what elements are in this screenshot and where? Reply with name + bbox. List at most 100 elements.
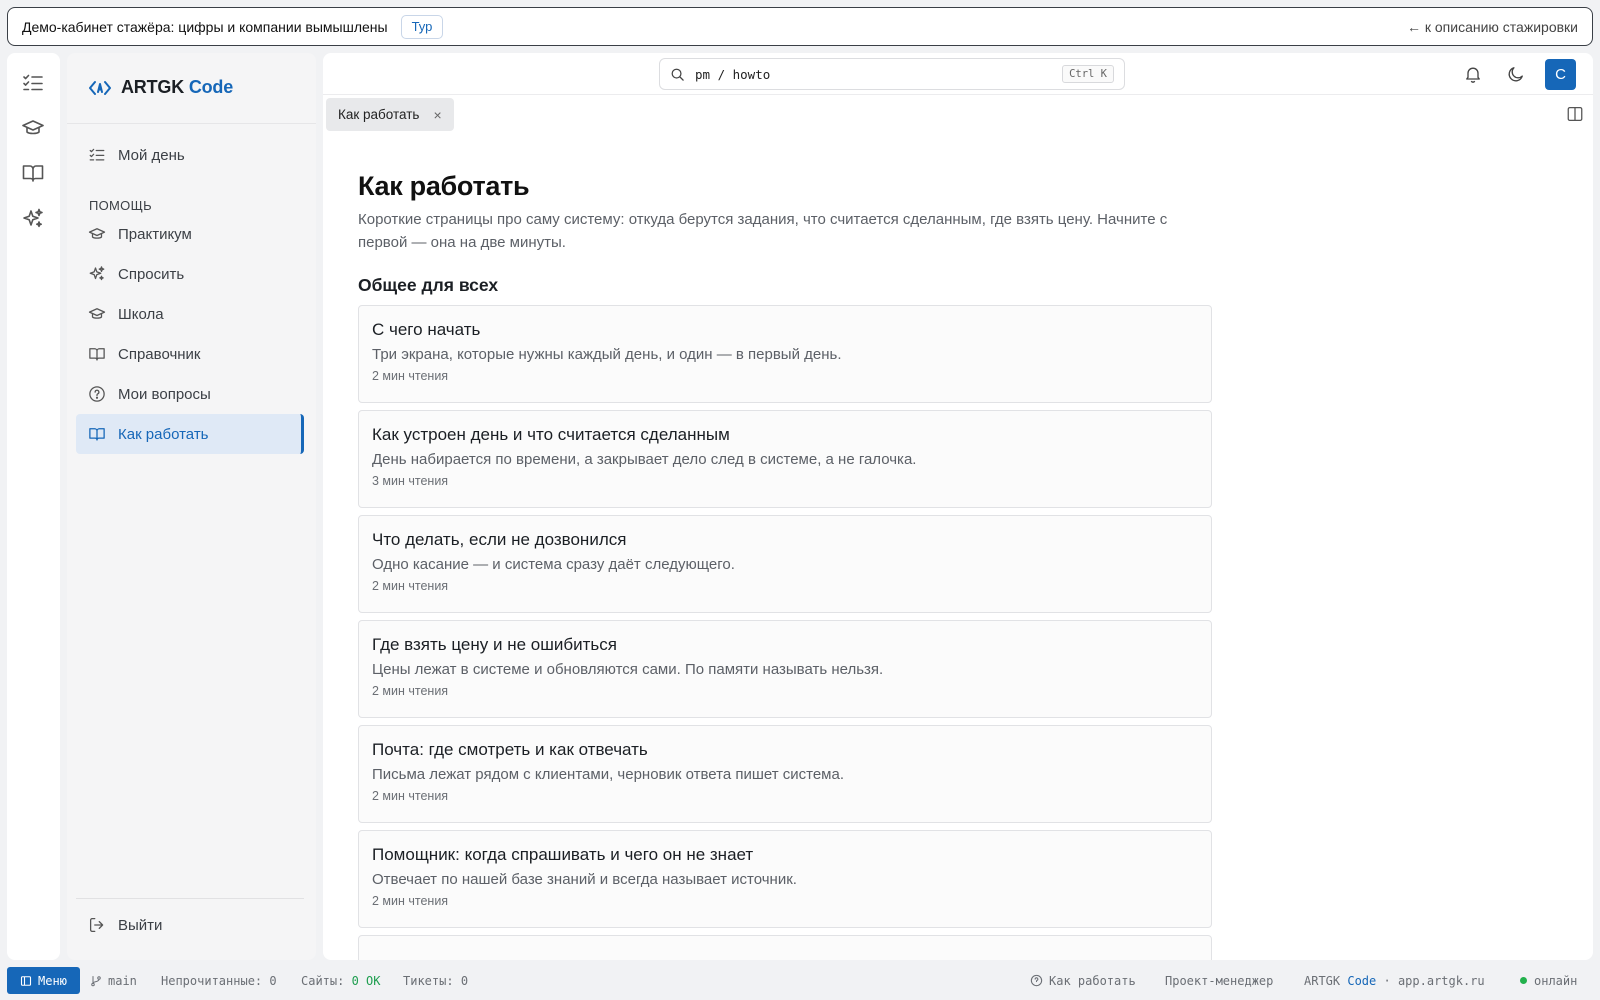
role-label: Проект-менеджер: [1165, 973, 1274, 988]
demo-banner-text: Демо-кабинет стажёра: цифры и компании в…: [22, 18, 388, 35]
sites-status: Сайты: 0 OK: [301, 967, 381, 994]
article-card[interactable]: Что делать, если не дозвонился Одно каса…: [358, 515, 1212, 613]
article-read-time: 2 мин чтения: [372, 579, 449, 593]
sidebar-item-reference[interactable]: Справочник: [76, 334, 304, 374]
article-description: Три экрана, которые нужны каждый день, и…: [372, 346, 842, 363]
checklist-icon[interactable]: [21, 71, 45, 95]
article-read-time: 3 мин чтения: [372, 474, 449, 488]
sidebar-divider: [76, 898, 304, 899]
sidebar-item-how-to-work[interactable]: Как работать: [76, 414, 304, 454]
menu-button[interactable]: Меню: [7, 967, 80, 994]
sidebar-item-label: Как работать: [118, 425, 209, 443]
unread-counter: Непрочитанные: 0: [161, 967, 277, 994]
bell-icon[interactable]: [1463, 64, 1483, 84]
logo-text: ARTGK Code: [121, 77, 233, 98]
article-title: Почта: где смотреть и как отвечать: [372, 740, 648, 759]
topbar: pm / howto Ctrl K С: [323, 53, 1593, 95]
unread-label: Непрочитанные:: [161, 973, 263, 988]
logout-label: Выйти: [118, 916, 163, 934]
sidebar-item-practicum[interactable]: Практикум: [76, 214, 304, 254]
panel-icon: [20, 975, 32, 986]
sites-label: Сайты:: [301, 973, 345, 988]
article-description: Цены лежат в системе и обновляются сами.…: [372, 661, 884, 678]
book-icon: [88, 425, 106, 443]
sidebar-item-my-questions[interactable]: Мои вопросы: [76, 374, 304, 414]
brand-main: ARTGK: [1304, 973, 1341, 988]
moon-icon[interactable]: [1506, 64, 1526, 84]
sparkles-icon: [88, 265, 106, 283]
article-description: День набирается по времени, а закрывает …: [372, 451, 917, 468]
sidebar-item-my-day[interactable]: Мой день: [76, 135, 304, 175]
tab-strip: Как работать ×: [323, 95, 1593, 135]
graduation-cap-icon: [88, 225, 106, 243]
brand-accent: Code: [1347, 973, 1377, 988]
book-icon[interactable]: [21, 161, 45, 185]
menu-label: Меню: [38, 973, 67, 988]
tickets-counter: Тикеты: 0: [403, 967, 468, 994]
tab-how-to-work[interactable]: Как работать ×: [326, 98, 454, 131]
article-title: С чего начать: [372, 320, 481, 339]
article-title: Как устроен день и что считается сделанн…: [372, 425, 730, 444]
sidebar-item-label: Спросить: [118, 265, 185, 283]
icon-rail: [7, 53, 60, 960]
code-logo-icon: [89, 80, 111, 95]
article-card[interactable]: Как устроен день и что считается сделанн…: [358, 410, 1212, 508]
article-card[interactable]: Где взять цену и не ошибиться Цены лежат…: [358, 620, 1212, 718]
logo-main: ARTGK: [121, 77, 184, 97]
question-circle-icon: [1030, 974, 1043, 987]
online-dot-icon: [1520, 977, 1527, 984]
article-card-partial[interactable]: [358, 935, 1212, 960]
tour-button[interactable]: Тур: [400, 14, 444, 39]
sparkles-icon[interactable]: [21, 207, 45, 231]
sidebar: ARTGK Code Мой день ПОМОЩЬ Практикум Спр…: [67, 53, 316, 960]
search-shortcut: Ctrl K: [1062, 65, 1114, 83]
avatar[interactable]: С: [1545, 59, 1576, 90]
article-read-time: 2 мин чтения: [372, 369, 449, 383]
brand-domain: ARTGK Code · app.artgk.ru: [1304, 967, 1485, 994]
split-panel-icon[interactable]: [1566, 105, 1584, 123]
search-input[interactable]: pm / howto Ctrl K: [659, 58, 1125, 90]
search-path: pm / howto: [695, 66, 771, 82]
article-read-time: 2 мин чтения: [372, 789, 449, 803]
page-description: Короткие страницы про саму систему: отку…: [358, 211, 1168, 251]
article-description: Отвечает по нашей базе знаний и всегда н…: [372, 871, 797, 888]
article-description: Одно касание — и система сразу даёт след…: [372, 556, 735, 573]
back-to-internship-link[interactable]: ← к описанию стажировки: [1407, 19, 1578, 35]
article-title: Помощник: когда спрашивать и чего он не …: [372, 845, 754, 864]
close-icon[interactable]: ×: [433, 107, 441, 123]
article-title: Что делать, если не дозвонился: [372, 530, 627, 549]
graduation-cap-icon[interactable]: [21, 116, 45, 140]
online-label: онлайн: [1534, 973, 1578, 988]
tickets-value: 0: [460, 973, 469, 988]
question-circle-icon: [88, 385, 106, 403]
book-icon: [88, 345, 106, 363]
sidebar-item-school[interactable]: Школа: [76, 294, 304, 334]
branch-indicator[interactable]: main: [90, 967, 137, 994]
help-link[interactable]: Как работать: [1030, 967, 1136, 994]
logo[interactable]: ARTGK Code: [89, 77, 233, 98]
graduation-cap-icon: [88, 305, 106, 323]
git-branch-icon: [91, 975, 101, 986]
logo-accent: Code: [188, 77, 234, 97]
logout-icon: [88, 916, 106, 934]
article-card[interactable]: С чего начать Три экрана, которые нужны …: [358, 305, 1212, 403]
domain-label: · app.artgk.ru: [1383, 973, 1485, 988]
article-card[interactable]: Помощник: когда спрашивать и чего он не …: [358, 830, 1212, 928]
tab-label: Как работать: [338, 107, 420, 122]
article-card[interactable]: Почта: где смотреть и как отвечать Письм…: [358, 725, 1212, 823]
logout-button[interactable]: Выйти: [76, 905, 304, 945]
article-description: Письма лежат рядом с клиентами, черновик…: [372, 766, 845, 783]
article-read-time: 2 мин чтения: [372, 894, 449, 908]
sidebar-item-label: Справочник: [118, 345, 201, 363]
demo-banner: Демо-кабинет стажёра: цифры и компании в…: [7, 7, 1593, 46]
sidebar-item-label: Мой день: [118, 146, 185, 164]
sidebar-item-ask[interactable]: Спросить: [76, 254, 304, 294]
status-bar: Меню main Непрочитанные: 0 Сайты: 0 OK Т…: [7, 967, 1593, 994]
article-title: Где взять цену и не ошибиться: [372, 635, 617, 654]
page-title: Как работать: [358, 171, 530, 201]
sidebar-item-label: Практикум: [118, 225, 192, 243]
sites-value: 0 OK: [351, 973, 381, 988]
sidebar-item-label: Мои вопросы: [118, 385, 211, 403]
checklist-icon: [88, 146, 106, 164]
section-title: Общее для всех: [358, 275, 499, 295]
